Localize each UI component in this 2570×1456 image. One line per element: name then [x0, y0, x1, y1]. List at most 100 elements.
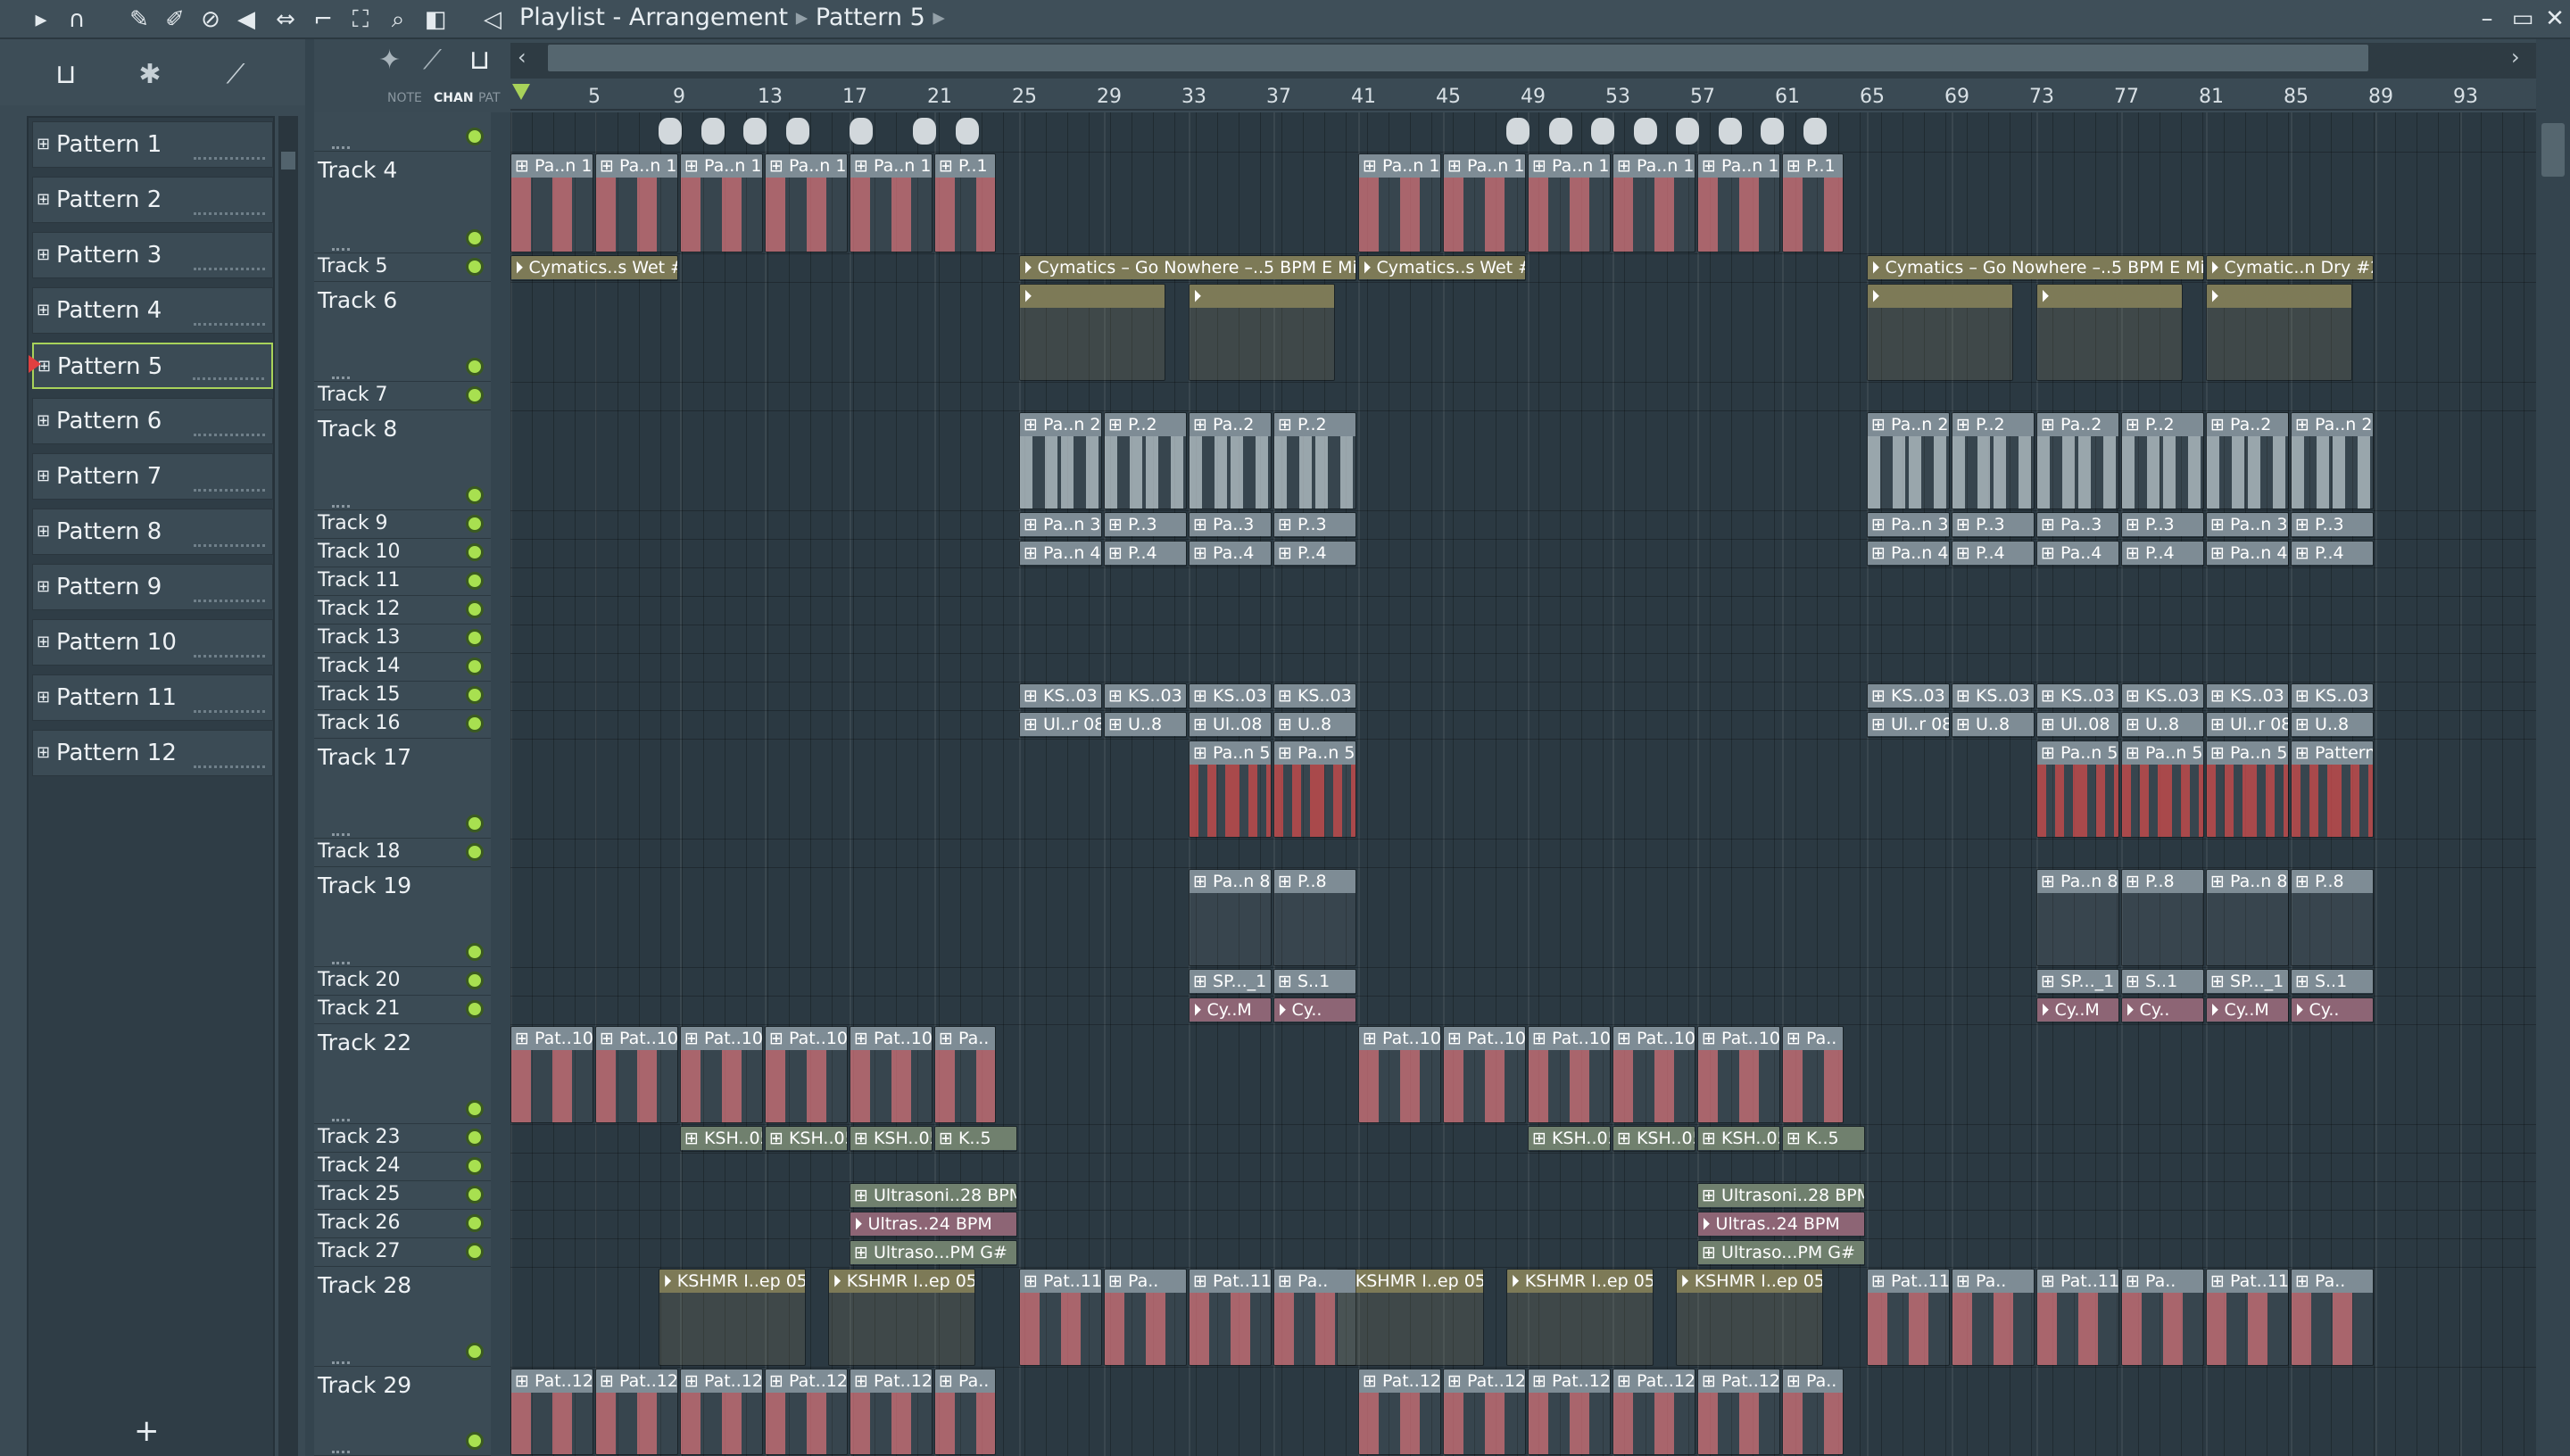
audio-picker-tab-icon[interactable]: ✱ [132, 57, 168, 93]
automation-clip[interactable]: ⊞ KSH..05 [1697, 1126, 1780, 1152]
pattern-list-scrollbar[interactable] [278, 116, 298, 1456]
pattern-clip[interactable]: ⊞ Pa..n 1 [1697, 153, 1780, 252]
pattern-item[interactable]: ⊞ Pattern 10 [32, 619, 273, 666]
pattern-clip[interactable]: ⊞ U..8 [1273, 712, 1356, 738]
pattern-clip[interactable]: ⊞ Pa..3 [1189, 512, 1272, 538]
pattern-item[interactable]: ⊞ Pattern 11 [32, 674, 273, 721]
track-header[interactable]: Track 5 [314, 253, 491, 282]
track-mute-led-icon[interactable] [466, 1432, 484, 1450]
audio-clip[interactable]: ⏵ KSHMR I..ep 05 [1337, 1269, 1484, 1366]
scroll-left-icon[interactable]: ‹ [518, 45, 526, 70]
automation-clip[interactable]: ⊞ KSH..05 [1528, 1126, 1611, 1152]
pattern-clip[interactable]: ⊞ KS..03 [1104, 683, 1187, 709]
pattern-clip[interactable]: ⊞ U..8 [2121, 712, 2204, 738]
pattern-clip[interactable]: ⊞ P..8 [2121, 869, 2204, 966]
track-header[interactable]: Track 13 [314, 625, 491, 653]
pattern-clip[interactable]: ⊞ P..1 [934, 153, 997, 252]
pat-label[interactable]: PAT [478, 91, 501, 105]
pattern-clip[interactable]: ⊞ Pat..10 [1697, 1026, 1780, 1123]
pattern-clip[interactable]: ⏵ Ultras..24 BPM [850, 1212, 1017, 1237]
track-header[interactable]: Track 11 [314, 567, 491, 596]
pattern-clip[interactable]: ⊞ Pat..12 [765, 1369, 848, 1455]
vertical-scrollbar[interactable] [2536, 39, 2570, 1456]
pattern-clip[interactable]: ⊞ Pat..11 [1867, 1269, 1950, 1366]
pattern-clip[interactable]: ⊞ Pa..n 1 [1443, 153, 1526, 252]
pattern-clip[interactable]: ⊞ Pa..n 5 [1273, 740, 1356, 838]
pattern-clip[interactable]: ⊞ Pa.. [934, 1369, 997, 1455]
pattern-clip[interactable]: ⊞ P..3 [1952, 512, 2035, 538]
track-header[interactable]: Track 27 [314, 1238, 491, 1267]
pattern-clip[interactable]: ⊞ Pa..n 1 [595, 153, 678, 252]
track-header[interactable]: Track 29 [314, 1367, 491, 1456]
pattern-item[interactable]: ⊞ Pattern 5 [32, 343, 273, 389]
track-resize-handle[interactable] [332, 961, 350, 964]
track-resize-handle[interactable] [332, 832, 350, 836]
track-mute-led-icon[interactable] [466, 128, 484, 145]
chan-tool-icon[interactable]: ⟋ [423, 45, 442, 76]
pattern-item[interactable]: ⊞ Pattern 2 [32, 177, 273, 223]
pattern-clip[interactable]: ⊞ P..4 [1104, 541, 1187, 567]
pattern-clip[interactable]: ⊞ Pa..n 1 [1528, 153, 1611, 252]
track-header[interactable]: Track 16 [314, 710, 491, 739]
pattern-clip[interactable]: ⊞ Pa..n 8 [2036, 869, 2119, 966]
mute-icon[interactable]: ◀ [232, 5, 261, 34]
pattern-clip[interactable]: ⊞ S..1 [2121, 969, 2204, 995]
current-pattern[interactable]: Pattern 5 [816, 4, 925, 31]
pattern-clip[interactable]: ⊞ KS..03 [1019, 683, 1102, 709]
pattern-clip[interactable]: ⊞ Pat..12 [595, 1369, 678, 1455]
track-mute-led-icon[interactable] [466, 258, 484, 276]
pattern-clip[interactable]: ⊞ Pat..10 [850, 1026, 933, 1123]
pattern-clip[interactable]: ⊞ P..8 [2291, 869, 2374, 966]
track-header[interactable]: Track 9 [314, 510, 491, 539]
pattern-clip[interactable]: ⊞ KS..03 [2206, 683, 2289, 709]
pattern-clip[interactable]: ⏵ Cy.. [2121, 997, 2204, 1023]
track-mute-led-icon[interactable] [466, 358, 484, 376]
pattern-clip[interactable]: ⊞ KS..03 [1867, 683, 1950, 709]
pattern-clip[interactable]: ⊞ Pa.. [2291, 1269, 2374, 1366]
pattern-clip[interactable]: ⊞ KS..03 [2036, 683, 2119, 709]
pattern-clip[interactable]: ⊞ Pa.. [1273, 1269, 1356, 1366]
pattern-clip[interactable]: ⏵ Cy.. [2291, 997, 2374, 1023]
audio-clip[interactable]: ⏵ Cymatic..n Dry #2 [2206, 255, 2374, 281]
pattern-clip[interactable]: ⊞ P..3 [2291, 512, 2374, 538]
pattern-clip[interactable]: ⊞ Pat..10 [1358, 1026, 1441, 1123]
audio-clip[interactable]: ⏵ Cymatics – Go Nowhere –..5 BPM E Min I [1019, 255, 1356, 281]
audio-clip[interactable]: ⏵ KSHMR I..ep 05 [1506, 1269, 1654, 1366]
pattern-picker-tab-icon[interactable]: ⊔ [48, 57, 84, 93]
automation-clip[interactable]: ⊞ KSH..05 [765, 1126, 848, 1152]
pattern-clip[interactable]: ⏵ Cy.. [1273, 997, 1356, 1023]
track-resize-handle[interactable] [332, 145, 350, 149]
pattern-clip[interactable]: ⏵ Cy..M [1189, 997, 1272, 1023]
zoom-icon[interactable]: ⌕ [384, 5, 412, 34]
paint-icon[interactable]: ✐ [161, 5, 189, 34]
pattern-clip[interactable]: ⊞ Pat..11 [2036, 1269, 2119, 1366]
maximize-button[interactable]: ▭ [2508, 4, 2538, 34]
pattern-clip[interactable]: ⊞ Pa..n 4 [1019, 541, 1102, 567]
track-mute-led-icon[interactable] [466, 1214, 484, 1232]
pattern-clip[interactable]: ⊞ Pa..n 3 [1019, 512, 1102, 538]
pattern-clip[interactable]: ⊞ Pa..2 [1189, 412, 1272, 509]
pattern-clip[interactable]: ⊞ P..4 [1273, 541, 1356, 567]
track-resize-handle[interactable] [332, 504, 350, 508]
pattern-item[interactable]: ⊞ Pattern 8 [32, 509, 273, 555]
pattern-clip[interactable]: ⊞ Pat..10 [1443, 1026, 1526, 1123]
audio-clip[interactable]: ⏵ [2206, 284, 2353, 381]
track-mute-led-icon[interactable] [466, 1000, 484, 1018]
pattern-clip[interactable]: ⊞ Ul..r 08 [1867, 712, 1950, 738]
track-resize-handle[interactable] [332, 1450, 350, 1453]
track-header[interactable]: Track 7 [314, 382, 491, 410]
vertical-scroll-thumb[interactable] [2541, 123, 2565, 177]
pattern-clip[interactable]: ⊞ Pa..n 5 [1189, 740, 1272, 838]
pattern-item[interactable]: ⊞ Pattern 7 [32, 453, 273, 500]
track-mute-led-icon[interactable] [466, 686, 484, 704]
pattern-clip[interactable]: ⊞ Pa..n 2 [2291, 412, 2374, 509]
pattern-item[interactable]: ⊞ Pattern 4 [32, 287, 273, 334]
audio-clip[interactable]: ⏵ [1867, 284, 2014, 381]
track-header[interactable]: Track 24 [314, 1153, 491, 1181]
pattern-clip[interactable]: ⊞ Pat..12 [1528, 1369, 1611, 1455]
pattern-clip[interactable]: ⊞ Pa..n 4 [2206, 541, 2289, 567]
pattern-clip[interactable]: ⊞ S..1 [2291, 969, 2374, 995]
audio-clip[interactable]: ⏵ Cymatics..s Wet #2 [510, 255, 678, 281]
pattern-clip[interactable]: ⊞ Pa..n 3 [2206, 512, 2289, 538]
pattern-clip[interactable]: ⊞ KS..03 [2121, 683, 2204, 709]
